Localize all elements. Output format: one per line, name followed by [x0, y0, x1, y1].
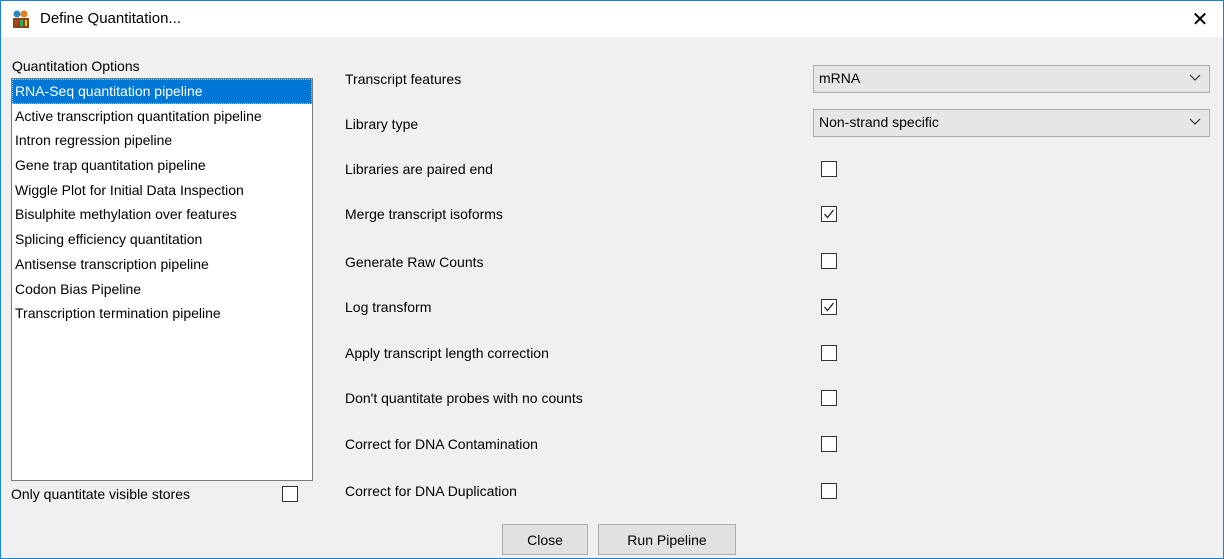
- chevron-down-icon: [1189, 118, 1201, 125]
- dna-contamination-label: Correct for DNA Contamination: [345, 436, 538, 452]
- title-bar[interactable]: Define Quantitation... ✕: [1, 1, 1223, 37]
- dna-duplication-checkbox[interactable]: [821, 483, 837, 499]
- window-close-button[interactable]: ✕: [1177, 1, 1223, 37]
- dna-duplication-label: Correct for DNA Duplication: [345, 483, 517, 499]
- length-correction-checkbox[interactable]: [821, 345, 837, 361]
- library-type-value: Non-strand specific: [819, 114, 939, 130]
- visible-stores-checkbox[interactable]: [282, 486, 298, 502]
- close-icon: ✕: [1191, 8, 1209, 31]
- no-counts-label: Don't quantitate probes with no counts: [345, 390, 583, 406]
- list-item[interactable]: Bisulphite methylation over features: [12, 202, 312, 227]
- checkmark-icon: [824, 302, 835, 312]
- transcript-features-dropdown[interactable]: mRNA: [813, 65, 1210, 93]
- paired-end-label: Libraries are paired end: [345, 161, 493, 177]
- app-icon: [13, 10, 29, 28]
- raw-counts-label: Generate Raw Counts: [345, 254, 484, 270]
- list-item[interactable]: Wiggle Plot for Initial Data Inspection: [12, 178, 312, 203]
- list-item[interactable]: Antisense transcription pipeline: [12, 252, 312, 277]
- no-counts-checkbox[interactable]: [821, 390, 837, 406]
- checkmark-icon: [824, 209, 835, 219]
- transcript-features-value: mRNA: [819, 70, 861, 86]
- list-item[interactable]: RNA-Seq quantitation pipeline: [12, 79, 312, 104]
- paired-end-checkbox[interactable]: [821, 161, 837, 177]
- list-item[interactable]: Gene trap quantitation pipeline: [12, 153, 312, 178]
- quantitation-options-list[interactable]: RNA-Seq quantitation pipeline Active tran…: [11, 78, 313, 481]
- length-correction-label: Apply transcript length correction: [345, 345, 549, 361]
- dialog-window: Define Quantitation... ✕ Quantitation Op…: [0, 0, 1224, 559]
- chevron-down-icon: [1189, 74, 1201, 81]
- log-transform-label: Log transform: [345, 299, 432, 315]
- dna-contamination-checkbox[interactable]: [821, 436, 837, 452]
- window-title: Define Quantitation...: [40, 10, 181, 27]
- library-type-dropdown[interactable]: Non-strand specific: [813, 109, 1210, 137]
- quantitation-options-label: Quantitation Options: [12, 58, 140, 74]
- list-item[interactable]: Codon Bias Pipeline: [12, 277, 312, 302]
- raw-counts-checkbox[interactable]: [821, 253, 837, 269]
- close-button[interactable]: Close: [502, 524, 588, 555]
- list-item[interactable]: Intron regression pipeline: [12, 128, 312, 153]
- list-item[interactable]: Transcription termination pipeline: [12, 301, 312, 326]
- list-item[interactable]: Active transcription quantitation pipeli…: [12, 104, 312, 129]
- visible-stores-label: Only quantitate visible stores: [11, 486, 190, 502]
- merge-isoforms-checkbox[interactable]: [821, 206, 837, 222]
- log-transform-checkbox[interactable]: [821, 299, 837, 315]
- library-type-label: Library type: [345, 116, 419, 132]
- transcript-features-label: Transcript features: [345, 71, 462, 87]
- merge-isoforms-label: Merge transcript isoforms: [345, 206, 503, 222]
- list-item[interactable]: Splicing efficiency quantitation: [12, 227, 312, 252]
- run-pipeline-button[interactable]: Run Pipeline: [598, 524, 736, 555]
